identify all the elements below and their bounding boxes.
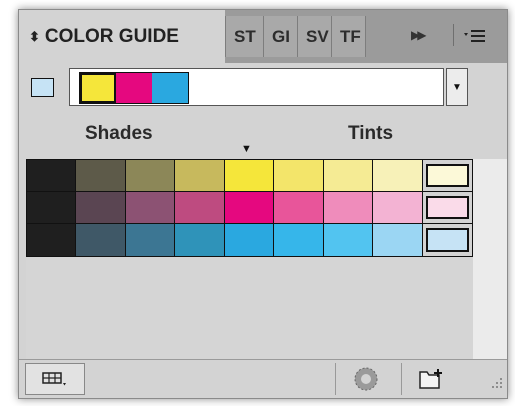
new-color-group-icon [418, 369, 442, 389]
tab-gi[interactable]: GI [263, 16, 297, 57]
color-variation-swatch[interactable] [422, 192, 472, 224]
color-variation-swatch[interactable] [373, 192, 423, 224]
harmony-swatch[interactable] [80, 73, 116, 103]
color-variation-swatch[interactable] [125, 224, 176, 256]
limit-to-swatch-library-button[interactable] [25, 363, 85, 395]
tab-color-guide[interactable]: ⬍ COLOR GUIDE [19, 10, 225, 63]
color-variation-swatch[interactable] [274, 224, 324, 256]
color-variation-swatch[interactable] [323, 192, 374, 224]
chevron-down-icon: ▼ [452, 81, 462, 93]
color-variation-swatch[interactable] [27, 224, 77, 256]
swatch-fill [425, 196, 469, 219]
color-variation-swatch[interactable] [373, 224, 423, 256]
color-variation-swatch[interactable] [27, 160, 77, 192]
color-guide-panel: ⬍ COLOR GUIDE ST GI SV TF ▶▶ ▼ Shades Ti… [18, 9, 508, 399]
color-variation-swatch[interactable] [76, 224, 126, 256]
tab-tf-label: TF [340, 26, 361, 46]
tab-st-label: ST [234, 26, 256, 46]
color-variation-swatch[interactable] [76, 160, 126, 192]
base-color-swatch[interactable] [31, 78, 54, 97]
color-variation-swatch[interactable] [422, 224, 472, 256]
color-variation-swatch[interactable] [125, 192, 176, 224]
tints-label: Tints [348, 123, 394, 144]
color-variation-swatch[interactable] [323, 224, 374, 256]
color-variation-swatch[interactable] [274, 192, 324, 224]
color-variation-swatch[interactable] [373, 160, 423, 192]
tab-bar: ⬍ COLOR GUIDE ST GI SV TF ▶▶ [19, 10, 507, 63]
color-variation-swatch[interactable] [274, 160, 324, 192]
edit-colors-button[interactable] [335, 363, 395, 395]
tab-tf[interactable]: TF [331, 16, 365, 57]
save-color-group-button[interactable] [401, 363, 461, 395]
swatch-fill [425, 164, 469, 187]
swatch-library-icon [42, 372, 66, 386]
swatch-fill [425, 228, 469, 252]
harmony-rules-dropdown[interactable]: ▼ [446, 68, 468, 106]
color-variation-swatch[interactable] [224, 160, 275, 192]
panel-menu-icon[interactable] [463, 27, 487, 48]
resize-grip-icon[interactable] [491, 376, 503, 394]
color-wheel-icon [354, 367, 377, 391]
tab-sv[interactable]: SV [297, 16, 331, 57]
color-variation-swatch[interactable] [27, 192, 77, 224]
color-variation-swatch[interactable] [224, 224, 275, 256]
tab-sv-label: SV [306, 26, 329, 46]
color-variation-swatch[interactable] [175, 192, 225, 224]
color-variation-swatch[interactable] [422, 160, 472, 192]
harmony-swatches [79, 72, 189, 104]
color-variations-grid [26, 159, 473, 257]
color-variation-swatch[interactable] [175, 224, 225, 256]
panel-bottom-bar [19, 359, 507, 398]
tab-st[interactable]: ST [225, 16, 263, 57]
color-variation-swatch[interactable] [125, 160, 176, 192]
shades-label: Shades [85, 123, 153, 144]
color-variation-swatch[interactable] [76, 192, 126, 224]
color-variation-swatch[interactable] [323, 160, 374, 192]
harmony-rules-display[interactable] [69, 68, 444, 106]
expand-arrows-icon[interactable]: ⬍ [29, 29, 40, 45]
color-variation-swatch[interactable] [224, 192, 275, 224]
harmony-swatch[interactable] [152, 73, 188, 103]
color-variation-swatch[interactable] [175, 160, 225, 192]
harmony-swatch[interactable] [116, 73, 152, 103]
panel-body: ▼ Shades Tints ▼ [19, 63, 507, 398]
tab-divider [453, 24, 454, 46]
base-column-marker-icon: ▼ [241, 143, 252, 155]
double-chevron-right-icon[interactable]: ▶▶ [411, 28, 427, 42]
tab-color-guide-label: COLOR GUIDE [44, 25, 179, 47]
tab-gi-label: GI [272, 26, 290, 46]
